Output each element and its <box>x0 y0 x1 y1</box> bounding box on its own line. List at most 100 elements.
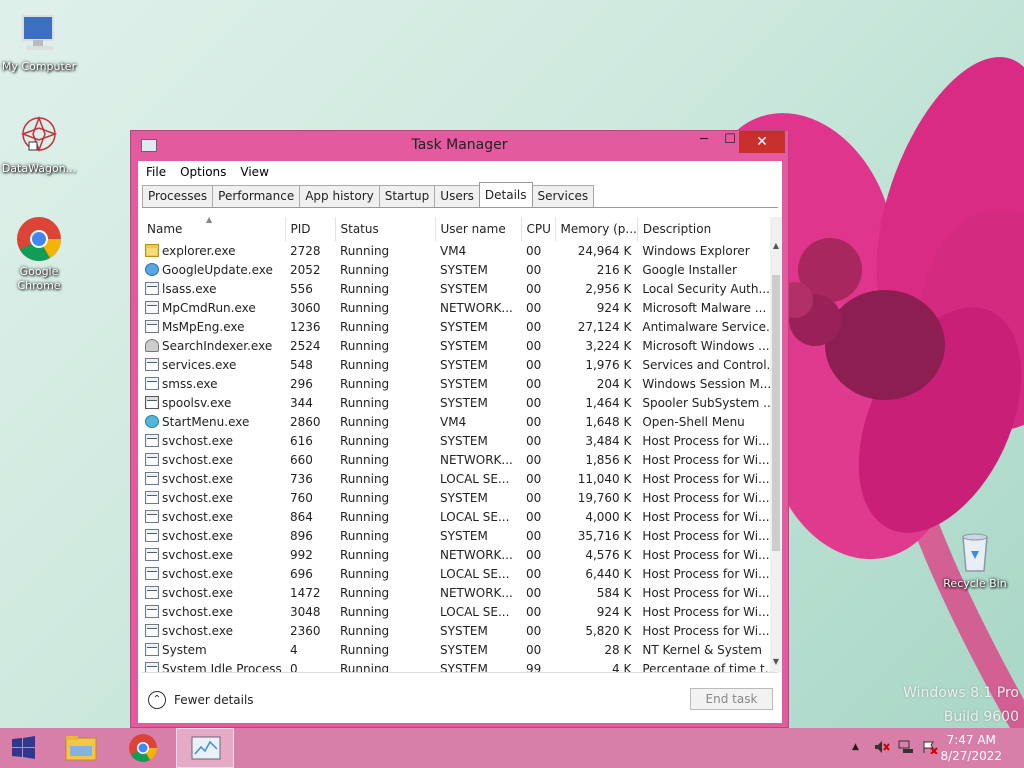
cell-pid: 896 <box>290 528 313 543</box>
cell-cpu: 00 <box>526 395 542 410</box>
tab-processes[interactable]: Processes <box>142 185 214 207</box>
cell-user-name: VM4 <box>440 243 467 258</box>
cell-memory: 35,716 K <box>577 528 632 543</box>
table-row[interactable]: smss.exe 296 Running SYSTEM 00 204 K Windows S… <box>142 374 778 393</box>
scrollbar-thumb[interactable] <box>772 275 780 551</box>
cell-name: svchost.exe <box>142 507 285 526</box>
network-icon[interactable] <box>898 740 914 757</box>
table-row[interactable]: StartMenu.exe 2860 Running VM4 00 1,648 K Open… <box>142 412 778 431</box>
cell-user-name: SYSTEM <box>440 395 488 410</box>
title-bar[interactable]: Task Manager ─ ☐ ✕ <box>131 131 788 161</box>
desktop-icon-recycle-bin[interactable]: Recycle Bin <box>936 527 1014 590</box>
datawagon-icon <box>15 112 63 160</box>
speaker-muted-icon[interactable] <box>874 740 890 757</box>
tab-services[interactable]: Services <box>531 185 595 207</box>
column-header-status[interactable]: Status <box>335 217 436 241</box>
table-row[interactable]: svchost.exe 992 Running NETWORK... 00 4,576 K… <box>142 545 778 564</box>
cell-cpu: 00 <box>526 414 542 429</box>
table-row[interactable]: svchost.exe 660 Running NETWORK... 00 1,856 K… <box>142 450 778 469</box>
task-manager-window[interactable]: Task Manager ─ ☐ ✕ File Options View Pro… <box>130 130 789 728</box>
table-row[interactable]: svchost.exe 1472 Running NETWORK... 00 584 K H… <box>142 583 778 602</box>
cell-description: Host Process for Wi... <box>642 623 770 638</box>
process-name: svchost.exe <box>162 471 233 486</box>
cell-description: Windows Explorer <box>642 243 750 258</box>
column-header-pid[interactable]: PID <box>285 217 336 241</box>
cell-description: Antimalware Service... <box>642 319 778 334</box>
vertical-scrollbar[interactable]: ▲ ▼ <box>770 217 782 672</box>
cell-user-name: NETWORK... <box>440 300 513 315</box>
application-window-icon <box>145 585 159 599</box>
computer-icon <box>15 10 63 58</box>
table-row[interactable]: services.exe 548 Running SYSTEM 00 1,976 K Ser… <box>142 355 778 374</box>
column-header-user-name[interactable]: User name <box>435 217 522 241</box>
table-row[interactable]: MsMpEng.exe 1236 Running SYSTEM 00 27,124 K An… <box>142 317 778 336</box>
column-header-description[interactable]: Description <box>637 217 779 241</box>
application-window-icon <box>145 357 159 371</box>
tab-app-history[interactable]: App history <box>299 185 380 207</box>
desktop-icon-my-computer[interactable]: My Computer <box>0 10 78 73</box>
table-row[interactable]: GoogleUpdate.exe 2052 Running SYSTEM 00 216 K… <box>142 260 778 279</box>
action-center-flag-icon[interactable] <box>922 740 938 757</box>
menu-options[interactable]: Options <box>180 165 226 179</box>
column-header-name[interactable]: Name ▲ <box>142 217 286 241</box>
close-button[interactable]: ✕ <box>739 131 785 153</box>
cell-description: Host Process for Wi... <box>642 604 770 619</box>
table-row[interactable]: svchost.exe 864 Running LOCAL SE... 00 4,000 … <box>142 507 778 526</box>
table-row[interactable]: svchost.exe 760 Running SYSTEM 00 19,760 K Hos… <box>142 488 778 507</box>
scroll-down-arrow-icon[interactable]: ▼ <box>770 657 782 666</box>
cell-description: Local Security Auth... <box>642 281 770 296</box>
table-row[interactable]: svchost.exe 896 Running SYSTEM 00 35,716 K Hos… <box>142 526 778 545</box>
table-row[interactable]: svchost.exe 736 Running LOCAL SE... 00 11,040… <box>142 469 778 488</box>
table-row[interactable]: svchost.exe 616 Running SYSTEM 00 3,484 K Host… <box>142 431 778 450</box>
cell-description: Open-Shell Menu <box>642 414 745 429</box>
column-header-memory[interactable]: Memory (p... <box>555 217 638 241</box>
chrome-icon <box>15 215 63 263</box>
application-window-icon <box>145 300 159 314</box>
tab-performance[interactable]: Performance <box>212 185 301 207</box>
menu-file[interactable]: File <box>146 165 166 179</box>
application-window-icon <box>145 490 159 504</box>
column-header-cpu[interactable]: CPU <box>521 217 556 241</box>
cell-cpu: 00 <box>526 452 542 467</box>
table-row[interactable]: System 4 Running SYSTEM 00 28 K NT Kernel & Sy… <box>142 640 778 659</box>
start-button[interactable] <box>0 728 48 768</box>
table-row[interactable]: System Idle Process 0 Running SYSTEM 99 4 K Pe… <box>142 659 778 672</box>
fewer-details-button[interactable]: ⌃ Fewer details <box>148 691 254 709</box>
cell-pid: 992 <box>290 547 313 562</box>
tab-details[interactable]: Details <box>478 182 533 206</box>
cell-status: Running <box>340 566 390 581</box>
table-row[interactable]: SearchIndexer.exe 2524 Running SYSTEM 00 3,22… <box>142 336 778 355</box>
cell-memory: 5,820 K <box>585 623 632 638</box>
desktop-icon-datawagon[interactable]: DataWagon... <box>0 112 78 175</box>
cell-description: Percentage of time t... <box>642 661 777 673</box>
tab-startup[interactable]: Startup <box>378 185 436 207</box>
cell-cpu: 00 <box>526 262 542 277</box>
table-row[interactable]: explorer.exe 2728 Running VM4 00 24,964 K Wind… <box>142 241 778 260</box>
scroll-up-arrow-icon[interactable]: ▲ <box>770 241 782 250</box>
show-hidden-icons-button[interactable]: ▲ <box>852 742 859 752</box>
table-row[interactable]: lsass.exe 556 Running SYSTEM 00 2,956 K Local … <box>142 279 778 298</box>
table-row[interactable]: svchost.exe 2360 Running SYSTEM 00 5,820 K Hos… <box>142 621 778 640</box>
cell-status: Running <box>340 547 390 562</box>
cell-cpu: 00 <box>526 490 542 505</box>
table-row[interactable]: svchost.exe 3048 Running LOCAL SE... 00 924 K… <box>142 602 778 621</box>
table-row[interactable]: MpCmdRun.exe 3060 Running NETWORK... 00 924 K… <box>142 298 778 317</box>
taskbar-clock[interactable]: 7:47 AM 8/27/2022 <box>940 732 1002 764</box>
table-row[interactable]: spoolsv.exe 344 Running SYSTEM 00 1,464 K Spoo… <box>142 393 778 412</box>
cell-cpu: 00 <box>526 528 542 543</box>
printer-icon <box>145 395 159 409</box>
cell-memory: 204 K <box>596 376 632 391</box>
taskbar-file-explorer[interactable] <box>52 728 110 768</box>
desktop-icon-google-chrome[interactable]: Google Chrome <box>0 215 78 293</box>
window-client-area: File Options View Processes Performance … <box>138 161 782 723</box>
tab-users[interactable]: Users <box>434 185 480 207</box>
end-task-button[interactable]: End task <box>690 688 773 710</box>
cell-pid: 760 <box>290 490 313 505</box>
minimize-button[interactable]: ─ <box>691 132 717 153</box>
taskbar-google-chrome[interactable] <box>114 728 172 768</box>
application-window-icon <box>145 623 159 637</box>
table-row[interactable]: svchost.exe 696 Running LOCAL SE... 00 6,440 … <box>142 564 778 583</box>
cell-name: smss.exe <box>142 374 285 393</box>
taskbar-task-manager[interactable] <box>176 728 234 768</box>
menu-view[interactable]: View <box>240 165 268 179</box>
